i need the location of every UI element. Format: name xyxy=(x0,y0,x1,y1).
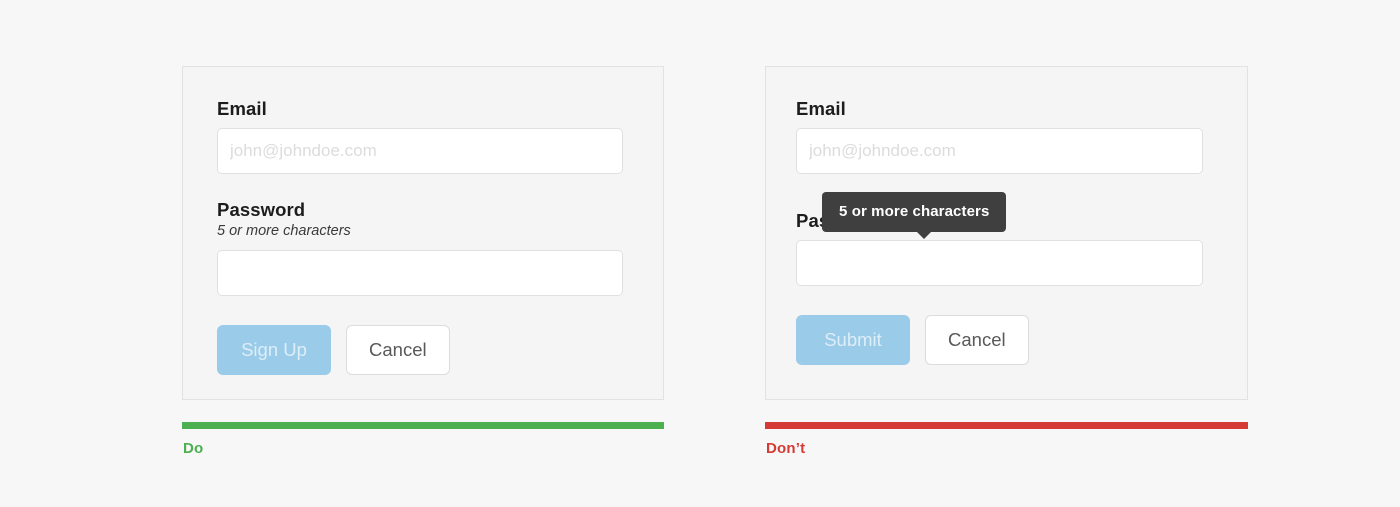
do-button-row: Sign Up Cancel xyxy=(217,324,623,375)
do-verdict-bar xyxy=(182,422,664,429)
do-password-field: Password 5 or more characters xyxy=(217,198,623,296)
do-cancel-button[interactable]: Cancel xyxy=(346,324,450,375)
dont-password-input[interactable] xyxy=(796,240,1203,287)
password-requirement-tooltip: 5 or more characters xyxy=(822,192,1007,239)
dont-button-row: Submit Cancel xyxy=(796,315,1203,366)
do-email-input[interactable] xyxy=(217,128,623,175)
dont-email-input[interactable] xyxy=(796,128,1203,175)
dont-email-label: Email xyxy=(796,98,846,119)
dont-form-panel: Email 5 or more characters Password? Sub… xyxy=(765,66,1248,400)
dont-email-field: Email xyxy=(796,97,1203,175)
dont-verdict-label: Don’t xyxy=(766,440,806,457)
guidance-comparison: Email Password 5 or more characters Sign… xyxy=(0,0,1400,507)
dont-submit-button[interactable]: Submit xyxy=(796,315,910,366)
dont-verdict-bar xyxy=(765,422,1248,429)
do-form-panel: Email Password 5 or more characters Sign… xyxy=(182,66,664,400)
do-form-fields: Email Password 5 or more characters Sign… xyxy=(217,97,623,375)
do-password-help-text: 5 or more characters xyxy=(217,223,351,240)
do-signup-button[interactable]: Sign Up xyxy=(217,324,331,375)
do-example: Email Password 5 or more characters Sign… xyxy=(182,0,664,507)
dont-cancel-button[interactable]: Cancel xyxy=(925,315,1029,366)
dont-form-fields: Email 5 or more characters Password? Sub… xyxy=(796,97,1203,366)
do-verdict-label: Do xyxy=(183,440,204,457)
dont-example: Email 5 or more characters Password? Sub… xyxy=(765,0,1248,507)
do-email-field: Email xyxy=(217,97,623,175)
do-password-label: Password xyxy=(217,199,306,221)
do-password-input[interactable] xyxy=(217,249,623,296)
do-email-label: Email xyxy=(217,98,267,119)
